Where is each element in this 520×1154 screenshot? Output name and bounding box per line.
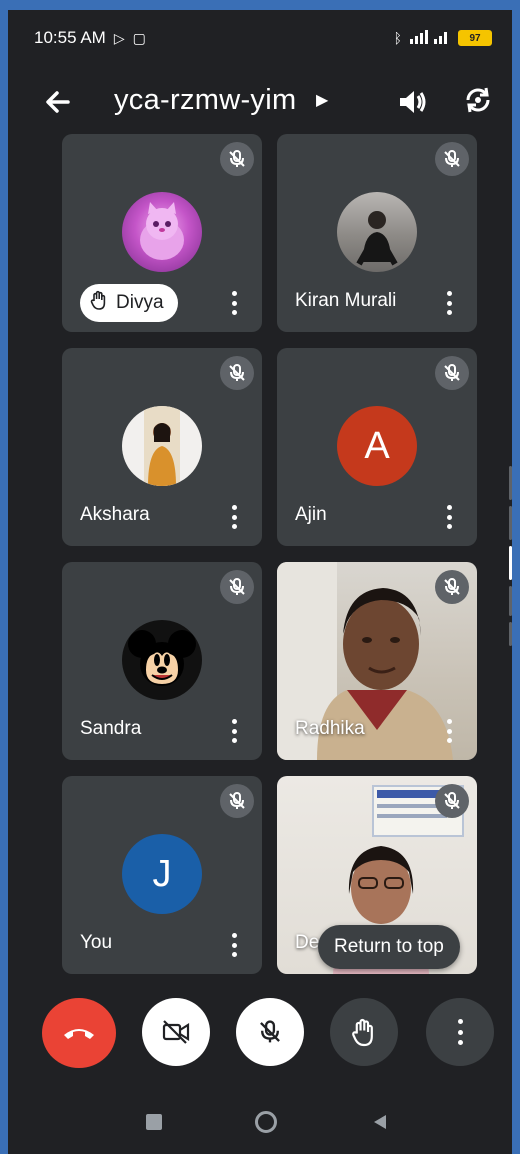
more-options-button[interactable] (426, 998, 494, 1066)
raise-hand-icon (352, 1018, 373, 1047)
status-time: 10:55 AM (34, 28, 106, 47)
mic-off-icon (435, 356, 469, 390)
return-to-top-button[interactable]: Return to top (318, 925, 460, 969)
mic-off-icon (220, 570, 254, 604)
more-options-icon[interactable] (439, 502, 459, 532)
participant-tile[interactable]: Akshara (62, 348, 262, 546)
camera-off-icon (162, 1020, 190, 1044)
profile-photo-avatar (122, 406, 202, 486)
back-icon[interactable] (368, 1110, 392, 1134)
home-icon[interactable] (254, 1110, 278, 1134)
more-options-icon[interactable] (439, 716, 459, 746)
caret-right-icon[interactable]: ▶ (316, 90, 328, 110)
meet-screen: 10:55 AM ▷ ▢ ᛒ 97 yca-rzmw-yim ▶ Divya K… (8, 10, 512, 1154)
more-options-icon[interactable] (224, 716, 244, 746)
end-call-button[interactable] (42, 998, 116, 1068)
avatar-letter: A (364, 424, 390, 467)
recents-icon[interactable] (142, 1110, 166, 1134)
raised-hand-icon (90, 290, 108, 316)
call-controls (8, 998, 512, 1068)
participant-tile[interactable]: J You (62, 776, 262, 974)
participant-name: Divya (116, 292, 164, 313)
bluetooth-icon: ᛒ (393, 30, 402, 46)
more-options-icon[interactable] (224, 288, 244, 318)
status-bar: 10:55 AM ▷ ▢ ᛒ 97 (8, 10, 512, 66)
system-nav-bar (8, 1090, 512, 1154)
switch-camera-icon[interactable] (458, 80, 498, 120)
mic-off-icon (435, 570, 469, 604)
meeting-header: yca-rzmw-yim ▶ (8, 66, 512, 136)
mic-off-icon (435, 142, 469, 176)
letter-avatar: J (122, 834, 202, 914)
more-vert-icon (457, 1019, 463, 1045)
participant-tile[interactable]: Divya (62, 134, 262, 332)
raised-hand-badge[interactable]: Divya (80, 284, 178, 322)
battery-icon: 97 (458, 30, 492, 46)
scrollbar[interactable] (508, 466, 512, 646)
participant-name: You (80, 932, 113, 953)
camera-off-button[interactable] (142, 998, 210, 1066)
raise-hand-button[interactable] (330, 998, 398, 1066)
participant-name: Sandra (80, 718, 142, 739)
profile-photo-avatar (337, 192, 417, 272)
cast-icon: ▷ (113, 29, 125, 46)
back-arrow-icon[interactable] (38, 82, 78, 122)
mic-off-button[interactable] (236, 998, 304, 1066)
screen-record-icon: ▢ (132, 29, 146, 46)
meeting-code[interactable]: yca-rzmw-yim (114, 84, 296, 117)
mic-off-icon (220, 142, 254, 176)
more-options-icon[interactable] (224, 502, 244, 532)
participant-tile[interactable]: Sandra (62, 562, 262, 760)
participant-name: Ajin (295, 504, 327, 525)
avatar-letter: J (152, 852, 172, 895)
participant-name: Akshara (80, 504, 150, 525)
end-call-icon (64, 1029, 94, 1039)
more-options-icon[interactable] (439, 288, 459, 318)
speaker-icon[interactable] (392, 82, 432, 122)
mic-off-icon (435, 784, 469, 818)
letter-avatar: A (337, 406, 417, 486)
mic-off-icon (220, 356, 254, 390)
mic-off-icon (220, 784, 254, 818)
more-options-icon[interactable] (224, 930, 244, 960)
mickey-mouse-avatar (122, 620, 202, 700)
participant-tile[interactable]: A Ajin (277, 348, 477, 546)
mic-off-icon (260, 1020, 280, 1043)
participant-video-tile[interactable]: Radhika (277, 562, 477, 760)
kitten-avatar (122, 192, 202, 272)
participant-name: Kiran Murali (295, 290, 397, 311)
signal-icon (410, 28, 450, 49)
participant-tile[interactable]: Kiran Murali (277, 134, 477, 332)
participant-name: Radhika (295, 718, 365, 739)
